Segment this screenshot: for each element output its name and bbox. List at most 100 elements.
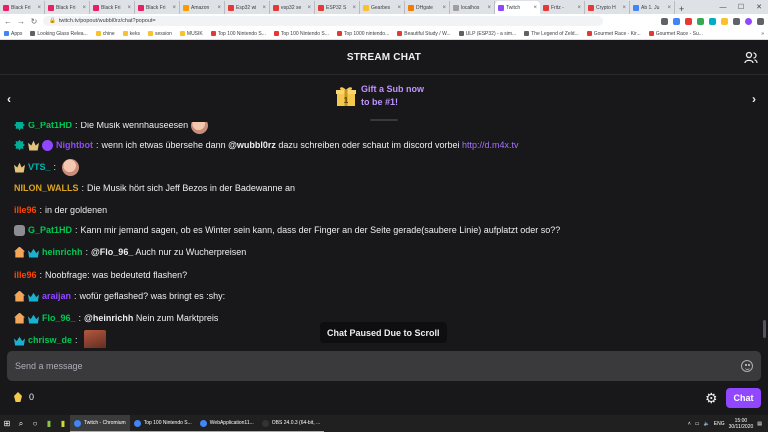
browser-tab[interactable]: localhos × (450, 1, 495, 14)
bookmark-item[interactable]: Top 1000 nintendo... (336, 31, 389, 37)
bookmark-item[interactable]: keks (122, 31, 140, 37)
message-link[interactable]: http://d.m4x.tv (462, 140, 519, 150)
new-tab-button[interactable]: + (675, 4, 688, 14)
bookmark-item[interactable]: Looking Glass Relea... (30, 31, 88, 37)
chat-message-list[interactable]: G_Pat1HD: Die Musik wennhauseesen Nightbot… (0, 122, 768, 348)
browser-tab[interactable]: Crypto H × (585, 1, 630, 14)
verified-badge-icon[interactable] (42, 139, 53, 151)
browser-tab[interactable]: Black Fri × (135, 1, 180, 14)
chat-message[interactable]: chrisw_de: (14, 330, 106, 348)
chat-username[interactable]: Flo_96_ (42, 313, 76, 323)
message-mention[interactable]: @wubbl0rz (228, 140, 276, 150)
face-emote-icon[interactable] (62, 158, 80, 176)
close-tab-icon[interactable]: × (533, 5, 537, 11)
menu-dots-icon[interactable] (757, 17, 764, 25)
chat-input-box[interactable] (7, 351, 761, 381)
search-icon[interactable]: ⌕ (14, 415, 28, 432)
chat-paused-notice[interactable]: Chat Paused Due to Scroll (320, 322, 447, 343)
bookmark-item[interactable]: Gourmet Race - Kir... (586, 31, 641, 37)
close-tab-icon[interactable]: × (577, 5, 581, 11)
browser-tab[interactable]: Twitch × (495, 1, 540, 14)
browser-tab[interactable]: DHgate × (405, 1, 450, 14)
forward-icon[interactable]: → (17, 17, 25, 26)
puzzle-icon[interactable] (733, 17, 740, 25)
reload-icon[interactable]: ↻ (30, 17, 38, 26)
subscriber-badge-icon[interactable] (28, 292, 39, 302)
url-field[interactable]: 🔒 twitch.tv/popout/wubbl0rz/chat?popout= (43, 16, 603, 26)
browser-tab[interactable]: Black Fri × (0, 1, 45, 14)
extension-icon[interactable] (709, 17, 716, 25)
bookmark-item[interactable]: Top 100 Nintendo S... (210, 31, 266, 37)
close-tab-icon[interactable]: × (82, 5, 86, 11)
image-emote-icon[interactable] (83, 330, 106, 348)
maximize-icon[interactable]: ☐ (732, 0, 750, 14)
close-tab-icon[interactable]: × (667, 5, 671, 11)
chat-username[interactable]: chrisw_de (28, 335, 72, 345)
chat-username[interactable]: heinrichh (42, 247, 83, 257)
browser-tab[interactable]: esp32 se × (270, 1, 315, 14)
subscriber-badge-icon[interactable] (14, 162, 25, 173)
browser-tab[interactable]: Esp32 wi × (225, 1, 270, 14)
banner-drag-handle[interactable] (370, 119, 398, 121)
bookmark-star-icon[interactable] (673, 17, 680, 25)
network-icon[interactable]: ▭ (695, 421, 700, 427)
gift-sub-banner[interactable]: ‹ 1 Gift a Sub now to be #1! › (0, 76, 768, 122)
taskbar-app[interactable]: OBS 24.0.3 (64-bit, ... (257, 415, 325, 432)
chat-message[interactable]: heinrichh: @Flo_96_ Auch nur zu Wucherpre… (14, 244, 246, 260)
chat-message[interactable]: Nightbot: wenn ich etwas übersehe dann @w… (14, 137, 519, 153)
zoom-icon[interactable] (661, 17, 668, 25)
browser-tab[interactable]: ESP32 S × (315, 1, 360, 14)
clock[interactable]: 15:00 30/11/2020 (729, 418, 754, 430)
browser-tab[interactable]: Black Fri × (90, 1, 135, 14)
close-tab-icon[interactable]: × (217, 5, 221, 11)
browser-tab[interactable]: Fritz - × (540, 1, 585, 14)
bookmark-item[interactable]: chine (95, 31, 115, 37)
close-tab-icon[interactable]: × (262, 5, 266, 11)
emote-picker-icon[interactable] (741, 360, 753, 372)
founder-badge-icon[interactable] (14, 312, 25, 324)
chat-username[interactable]: VTS_ (28, 162, 51, 172)
browser-tab[interactable]: Ab 1. Ju × (630, 1, 675, 14)
bookmark-item[interactable]: ULP (ESP32) - a sim... (458, 31, 516, 37)
volume-icon[interactable]: 🔈 (704, 421, 710, 427)
subscriber-badge-icon[interactable] (14, 336, 25, 346)
close-tab-icon[interactable]: × (487, 5, 491, 11)
minimize-icon[interactable]: — (714, 0, 732, 14)
chat-message[interactable]: G_Pat1HD: Die Musik wennhauseesen (14, 122, 209, 134)
chat-username[interactable]: ille96 (14, 205, 37, 215)
chat-message[interactable]: G_Pat1HD: Kann mir jemand sagen, ob es Wi… (14, 222, 560, 238)
close-tab-icon[interactable]: × (442, 5, 446, 11)
chat-username[interactable]: G_Pat1HD (28, 225, 72, 235)
browser-tab[interactable]: Amazon × (180, 1, 225, 14)
extension-icon[interactable] (721, 17, 728, 25)
chat-username[interactable]: araijan (42, 291, 71, 301)
profile-avatar[interactable] (745, 17, 752, 25)
close-tab-icon[interactable]: × (127, 5, 131, 11)
chat-message[interactable]: ille96: Noobfrage: was bedeutetd flashen? (14, 267, 187, 283)
taskbar-app[interactable]: Twitch - Chromium (70, 415, 130, 432)
chat-username[interactable]: NILON_WALLS (14, 183, 79, 193)
tray-chevron-icon[interactable]: ˄ (688, 421, 691, 427)
chevron-right-icon[interactable]: › (752, 92, 756, 106)
gear-icon[interactable]: ⚙ (705, 391, 718, 405)
extension-icon[interactable] (685, 17, 692, 25)
users-icon[interactable] (744, 51, 758, 65)
close-tab-icon[interactable]: × (307, 5, 311, 11)
taskbar-app[interactable]: Top 100 Nintendo S... (129, 415, 196, 432)
close-tab-icon[interactable]: × (622, 5, 626, 11)
bookmark-item[interactable]: session (147, 31, 172, 37)
chat-message[interactable]: Flo_96_: @heinrichh Nein zum Marktpreis (14, 310, 218, 326)
close-tab-icon[interactable]: × (37, 5, 41, 11)
task-view-icon[interactable]: ○ (28, 415, 42, 432)
car-badge-icon[interactable] (14, 224, 25, 236)
chat-message[interactable]: NILON_WALLS: Die Musik hört sich Jeff Bez… (14, 180, 295, 196)
moderator-badge-icon[interactable] (14, 122, 25, 131)
taskbar-pinned-icon[interactable]: ▮ (56, 415, 70, 432)
subscriber-badge-icon[interactable] (28, 314, 39, 324)
founder-badge-icon[interactable] (14, 290, 25, 302)
bookmarks-overflow[interactable]: » (761, 31, 764, 37)
subscriber-badge-icon[interactable] (28, 248, 39, 258)
chat-input[interactable] (15, 361, 715, 371)
founder-badge-icon[interactable] (14, 246, 25, 258)
close-tab-icon[interactable]: × (352, 5, 356, 11)
